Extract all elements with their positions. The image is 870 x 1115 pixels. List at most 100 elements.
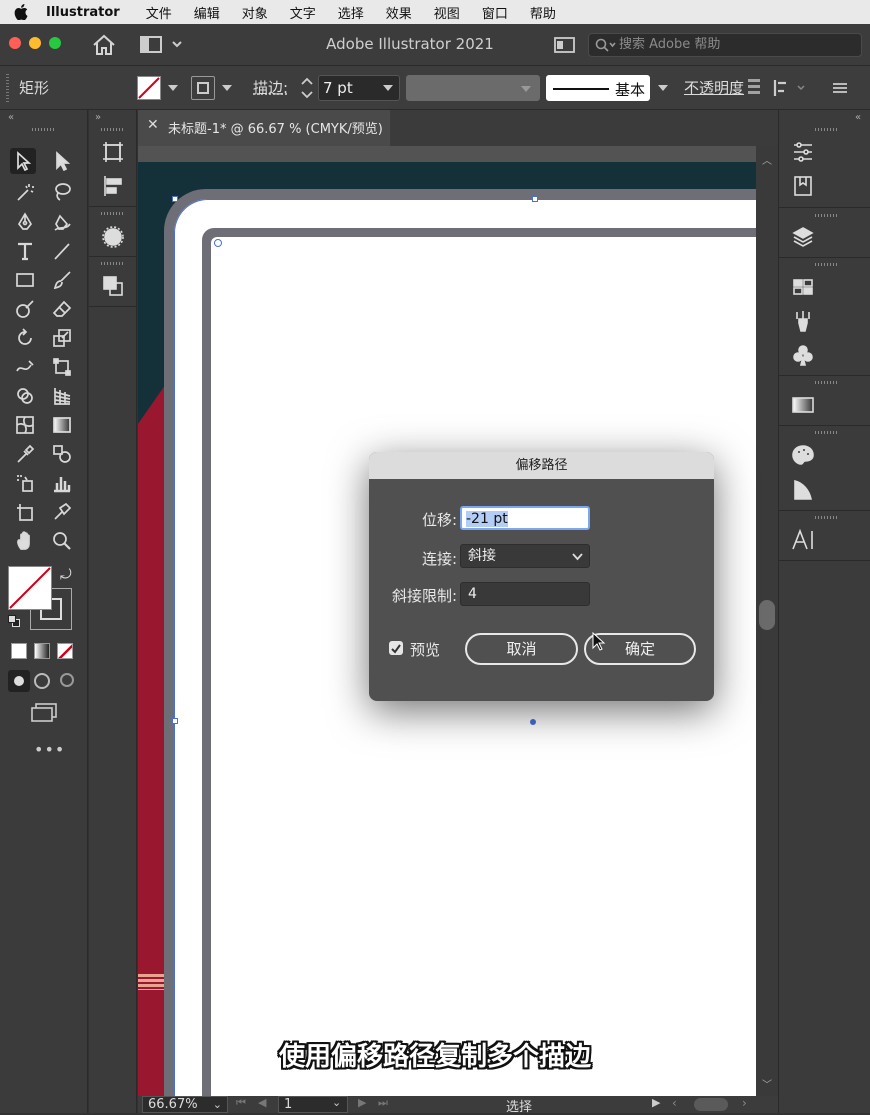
vertical-scrollbar[interactable]: ︿ ﹀ bbox=[756, 146, 778, 1096]
menu-select[interactable]: 选择 bbox=[338, 3, 364, 22]
magic-wand-tool-icon[interactable] bbox=[12, 179, 38, 205]
stroke-dropdown-icon[interactable] bbox=[222, 85, 232, 91]
shaper-tool-icon[interactable] bbox=[12, 296, 38, 322]
corner-widget[interactable] bbox=[214, 239, 222, 247]
line-segment-tool-icon[interactable] bbox=[49, 238, 75, 264]
selection-handle[interactable] bbox=[172, 718, 178, 724]
scrollbar-thumb[interactable] bbox=[759, 600, 775, 630]
tools-grip[interactable] bbox=[32, 128, 56, 131]
horizontal-scroll-thumb[interactable] bbox=[694, 1098, 728, 1111]
swatches-panel-icon[interactable] bbox=[791, 275, 815, 299]
libraries-panel-icon[interactable] bbox=[791, 174, 815, 198]
first-artboard-icon[interactable]: ⏮ bbox=[236, 1096, 246, 1110]
draw-inside-icon[interactable] bbox=[60, 673, 74, 687]
next-artboard-icon[interactable]: ▶ bbox=[358, 1096, 366, 1109]
gradient-tool-icon[interactable] bbox=[49, 412, 75, 438]
symbol-sprayer-tool-icon[interactable] bbox=[12, 470, 38, 496]
menu-app-name[interactable]: Illustrator bbox=[46, 5, 120, 20]
rectangle-tool-icon[interactable] bbox=[12, 267, 38, 293]
gradient-panel-icon[interactable] bbox=[791, 393, 815, 417]
mesh-tool-icon[interactable] bbox=[12, 412, 38, 438]
control-menu-icon[interactable] bbox=[832, 80, 848, 100]
preview-checkbox[interactable] bbox=[389, 641, 403, 655]
menu-help[interactable]: 帮助 bbox=[530, 3, 556, 22]
color-mode-icon[interactable] bbox=[11, 643, 27, 659]
current-tool-status[interactable]: 选择 bbox=[506, 1096, 532, 1115]
help-search-input[interactable]: 搜索 Adobe 帮助 bbox=[588, 33, 862, 57]
scroll-up-icon[interactable]: ︿ bbox=[762, 152, 772, 167]
draw-normal-icon[interactable] bbox=[8, 670, 30, 692]
expand-panels-icon[interactable]: » bbox=[95, 112, 101, 123]
selection-handle[interactable] bbox=[172, 196, 178, 202]
slice-tool-icon[interactable] bbox=[49, 499, 75, 525]
type-tool-icon[interactable] bbox=[12, 238, 38, 264]
symbols-panel-icon[interactable] bbox=[791, 343, 815, 367]
align-panel-icon[interactable] bbox=[101, 174, 125, 198]
artboard-dropdown-icon[interactable]: ⌄ bbox=[332, 1096, 341, 1109]
close-window-button[interactable] bbox=[9, 37, 21, 49]
layers-panel-icon[interactable] bbox=[791, 225, 815, 249]
menu-file[interactable]: 文件 bbox=[146, 3, 172, 22]
blend-tool-icon[interactable] bbox=[49, 441, 75, 467]
last-artboard-icon[interactable]: ⏭ bbox=[378, 1096, 388, 1110]
appearance-panel-icon[interactable] bbox=[101, 225, 125, 249]
brush-dropdown-icon[interactable] bbox=[658, 85, 668, 91]
panel-grip[interactable] bbox=[101, 128, 125, 131]
perspective-grid-tool-icon[interactable] bbox=[49, 383, 75, 409]
artboards-panel-icon[interactable] bbox=[101, 140, 125, 164]
color-guide-panel-icon[interactable] bbox=[791, 478, 815, 502]
zoom-select[interactable]: 66.67% ⌄ bbox=[142, 1096, 228, 1113]
column-graph-tool-icon[interactable] bbox=[49, 470, 75, 496]
preview-label[interactable]: 预览 bbox=[410, 639, 440, 660]
color-panel-icon[interactable] bbox=[791, 443, 815, 467]
scale-tool-icon[interactable] bbox=[49, 325, 75, 351]
fill-color-box[interactable] bbox=[8, 566, 52, 610]
miter-limit-input[interactable]: 4 bbox=[460, 582, 590, 606]
eyedropper-tool-icon[interactable] bbox=[12, 441, 38, 467]
menu-type[interactable]: 文字 bbox=[290, 3, 316, 22]
scroll-right-icon[interactable]: › bbox=[742, 1096, 747, 1110]
default-fill-stroke-icon[interactable] bbox=[8, 615, 22, 629]
hand-tool-icon[interactable] bbox=[12, 528, 38, 554]
selection-handle[interactable] bbox=[532, 196, 538, 202]
none-mode-icon[interactable] bbox=[57, 643, 73, 659]
scroll-down-icon[interactable]: ﹀ bbox=[762, 1076, 772, 1091]
rotate-tool-icon[interactable] bbox=[12, 325, 38, 351]
brush-definition-select[interactable]: 基本 bbox=[546, 75, 650, 101]
cancel-button[interactable]: 取消 bbox=[465, 633, 578, 665]
home-icon[interactable] bbox=[92, 34, 116, 60]
gradient-mode-icon[interactable] bbox=[34, 643, 50, 659]
curvature-tool-icon[interactable] bbox=[49, 209, 75, 235]
stroke-stepper[interactable] bbox=[298, 75, 316, 101]
menu-edit[interactable]: 编辑 bbox=[194, 3, 220, 22]
warp-tool-icon[interactable] bbox=[12, 354, 38, 380]
workspace-layout-icon[interactable] bbox=[140, 35, 184, 59]
eraser-tool-icon[interactable] bbox=[49, 296, 75, 322]
selection-tool-icon[interactable] bbox=[10, 148, 36, 174]
previous-artboard-icon[interactable]: ◀ bbox=[258, 1096, 266, 1109]
menu-object[interactable]: 对象 bbox=[242, 3, 268, 22]
properties-panel-icon[interactable] bbox=[791, 140, 815, 164]
collapse-right-panels-icon[interactable]: « bbox=[855, 112, 861, 123]
edit-toolbar-icon[interactable]: ••• bbox=[34, 740, 65, 759]
free-transform-tool-icon[interactable] bbox=[49, 354, 75, 380]
minimize-window-button[interactable] bbox=[29, 37, 41, 49]
menu-window[interactable]: 窗口 bbox=[482, 3, 508, 22]
panel-toggle-icon[interactable] bbox=[554, 36, 576, 58]
document-tab[interactable]: ✕ 未标题-1* @ 66.67 % (CMYK/预览) bbox=[138, 110, 390, 146]
align-icon[interactable] bbox=[772, 78, 808, 102]
variable-width-profile[interactable] bbox=[406, 75, 540, 101]
paintbrush-tool-icon[interactable] bbox=[49, 267, 75, 293]
shape-builder-tool-icon[interactable] bbox=[12, 383, 38, 409]
screen-mode-icon[interactable] bbox=[30, 702, 58, 728]
pathfinder-panel-icon[interactable] bbox=[101, 274, 125, 298]
scroll-left-icon[interactable]: ‹ bbox=[672, 1096, 677, 1110]
collapse-tools-icon[interactable]: « bbox=[8, 112, 14, 123]
menu-effect[interactable]: 效果 bbox=[386, 3, 412, 22]
control-bar-grip[interactable] bbox=[6, 74, 9, 102]
artboard-tool-icon[interactable] bbox=[12, 499, 38, 525]
opacity-label[interactable]: 不透明度 bbox=[684, 77, 744, 98]
fill-swatch[interactable] bbox=[137, 76, 161, 100]
draw-behind-icon[interactable] bbox=[34, 673, 50, 689]
zoom-tool-icon[interactable] bbox=[49, 528, 75, 554]
